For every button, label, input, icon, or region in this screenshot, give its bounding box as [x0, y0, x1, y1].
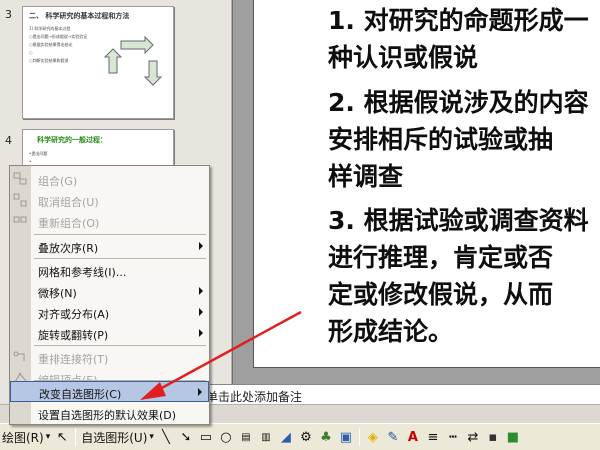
shape-context-menu: 组合(G) 取消组合(U) 重新组合(O) 叠放次序(R) 网格和参考线(I).…	[9, 165, 210, 425]
submenu-arrow-icon	[199, 242, 203, 250]
chevron-down-icon: ▾	[149, 432, 154, 442]
notes-pane[interactable]: 单击此处添加备注	[200, 384, 600, 404]
menu-item-align-distribute[interactable]: 对齐或分布(A)	[10, 302, 209, 323]
toolbar-separator	[358, 428, 360, 446]
font-color-icon[interactable]: A	[404, 428, 422, 446]
shadow-style-icon[interactable]: ▪	[484, 428, 502, 446]
line-icon[interactable]: ╲	[157, 428, 175, 446]
draw-menu-label: 绘图(R)	[2, 430, 44, 445]
3d-style-icon[interactable]: ■	[504, 428, 522, 446]
slide-editing-area: 1. 对研究的命题形成一 种认识或假说 2. 根据假说涉及的内容 安排相斥的试验…	[233, 0, 600, 384]
notes-placeholder[interactable]: 单击此处添加备注	[206, 388, 302, 405]
menu-item-change-autoshape[interactable]: 改变自选图形(C)	[10, 381, 209, 402]
submenu-arrow-icon	[199, 308, 203, 316]
thumbnail-text-line: 1) 科学研究的基本过程	[29, 26, 71, 31]
arrow-style-icon[interactable]: ⇄	[464, 428, 482, 446]
drawing-toolbar: 绘图(R) ▾ ↖ 自选图形(U) ▾ ╲ ➘ ▭ ○ ▤ ▥ ◢ ⚙ ♣ ▣ …	[0, 423, 600, 450]
slide-number-3: 3	[5, 8, 12, 21]
menu-item-ungroup[interactable]: 取消组合(U)	[10, 190, 209, 211]
slide-text-line[interactable]: 进行推理，肯定或否	[328, 239, 553, 276]
clip-art-icon[interactable]: ♣	[317, 428, 335, 446]
insert-picture-icon[interactable]: ▣	[337, 428, 355, 446]
menu-item-regroup[interactable]: 重新组合(O)	[10, 211, 209, 232]
text-box-icon[interactable]: ▤	[237, 428, 255, 446]
draw-menu-button[interactable]: 绘图(R) ▾	[0, 426, 52, 448]
select-objects-icon[interactable]: ↖	[53, 428, 71, 446]
menu-item-rotate-flip[interactable]: 旋转或翻转(P)	[10, 323, 209, 344]
cycle-arrows-graphic	[103, 35, 163, 86]
menu-separator	[34, 258, 206, 259]
current-slide[interactable]: 1. 对研究的命题形成一 种认识或假说 2. 根据假说涉及的内容 安排相斥的试验…	[253, 0, 600, 368]
menu-item-group[interactable]: 组合(G)	[10, 169, 209, 190]
submenu-arrow-icon	[199, 329, 203, 337]
toolbar-separator	[75, 428, 77, 446]
line-color-icon[interactable]: ✎	[384, 428, 402, 446]
vertical-text-box-icon[interactable]: ▥	[257, 428, 275, 446]
slide-text-line[interactable]: 形成结论。	[328, 313, 453, 350]
menu-item-order[interactable]: 叠放次序(R)	[10, 236, 209, 257]
autoshapes-label: 自选图形(U)	[81, 430, 148, 445]
chevron-down-icon: ▾	[45, 432, 51, 442]
menu-item-reroute-connectors[interactable]: 重排连接符(T)	[10, 347, 209, 368]
menu-item-set-autoshape-defaults[interactable]: 设置自选图形的默认效果(D)	[10, 403, 209, 424]
submenu-arrow-icon	[198, 388, 202, 396]
submenu-arrow-icon	[199, 287, 203, 295]
rectangle-icon[interactable]: ▭	[197, 428, 215, 446]
slide-text-line[interactable]: 定或修改假说，从而	[328, 276, 553, 313]
slide-text-line[interactable]: 2. 根据假说涉及的内容	[328, 84, 589, 121]
slide-number-4: 4	[5, 134, 12, 147]
thumbnail-text-line: •提出问题	[29, 151, 48, 156]
line-style-icon[interactable]: ≡	[424, 428, 442, 446]
thumbnail-title: 二、 科学研究的基本过程和方法	[29, 12, 130, 20]
menu-item-grid-guides[interactable]: 网格和参考线(I)...	[10, 260, 209, 281]
slide-text-line[interactable]: 种认识或假说	[328, 39, 478, 76]
regroup-icon	[13, 216, 27, 223]
thumbnail-title: 科学研究的一般过程：	[37, 136, 107, 144]
menu-separator	[34, 345, 206, 346]
slide-text-line[interactable]: 安排相斥的试验或抽	[328, 121, 553, 158]
group-icon	[13, 172, 27, 185]
arrow-icon[interactable]: ➘	[177, 428, 195, 446]
slide-thumbnail-3[interactable]: 二、 科学研究的基本过程和方法 1) 科学研究的基本过程 ○提出问题→形成假说→…	[22, 6, 174, 119]
menu-item-nudge[interactable]: 微移(N)	[10, 281, 209, 302]
reroute-icon	[13, 351, 25, 361]
slide-text-line[interactable]: 样调查	[328, 158, 403, 195]
autoshapes-menu-button[interactable]: 自选图形(U) ▾	[79, 426, 156, 448]
oval-icon[interactable]: ○	[217, 428, 235, 446]
slide-text-line[interactable]: 3. 根据试验或调查资料	[328, 202, 589, 239]
ungroup-icon	[13, 193, 27, 207]
diagram-icon[interactable]: ⚙	[297, 428, 315, 446]
fill-color-icon[interactable]: ◈	[364, 428, 382, 446]
slide-text-line[interactable]: 1. 对研究的命题形成一	[328, 2, 589, 39]
menu-separator	[34, 234, 206, 235]
wordart-icon[interactable]: ◢	[277, 428, 295, 446]
dash-style-icon[interactable]: ┅	[444, 428, 462, 446]
